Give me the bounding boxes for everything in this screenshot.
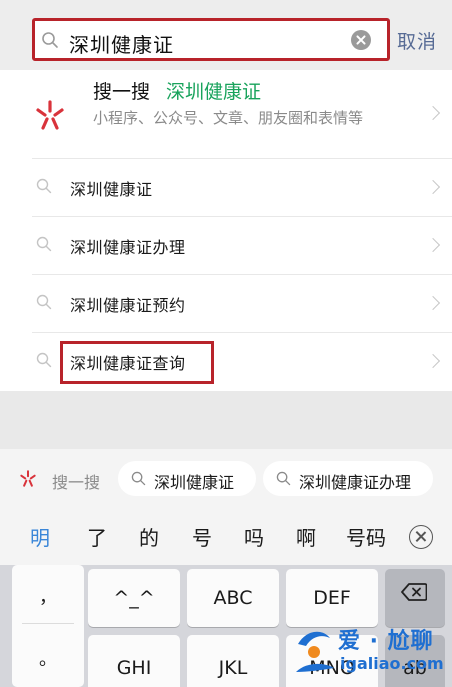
suggestion-item[interactable]: 深圳健康证: [0, 158, 452, 216]
search-results: 搜一搜 深圳健康证 小程序、公众号、文章、朋友圈和表情等 深圳健康证 深圳健康证…: [0, 70, 452, 391]
search-icon: [42, 32, 58, 48]
search-icon: [276, 471, 291, 486]
suggestion-pill[interactable]: 深圳健康证办理: [263, 461, 433, 496]
divider: [32, 274, 452, 275]
suggestion-label: 深圳健康证办理: [70, 238, 186, 257]
pill-label: 深圳健康证: [154, 473, 235, 492]
chevron-right-icon: [425, 353, 441, 369]
suggestion-item[interactable]: 深圳健康证办理: [0, 216, 452, 274]
chevron-right-icon: [425, 295, 441, 311]
watermark-url: igaliao.com: [340, 654, 444, 673]
punctuation-column[interactable]: ， 。: [12, 565, 84, 687]
search-icon: [36, 294, 52, 310]
sousou-label[interactable]: 搜一搜: [52, 469, 100, 493]
search-icon: [36, 236, 52, 252]
key-label: JKL: [218, 657, 248, 679]
sousou-subtitle: 小程序、公众号、文章、朋友圈和表情等: [93, 109, 364, 127]
search-icon: [36, 178, 52, 194]
candidate-word[interactable]: 明: [30, 522, 50, 551]
search-icon: [131, 471, 146, 486]
candidate-word[interactable]: 号: [192, 522, 212, 551]
candidate-word[interactable]: 啊: [296, 522, 316, 551]
comma-key[interactable]: ，: [12, 583, 84, 609]
period-key[interactable]: 。: [12, 645, 84, 671]
candidate-bar: 明 了 的 号 吗 啊 号码: [0, 507, 452, 565]
suggestion-label: 深圳健康证预约: [70, 296, 186, 315]
clear-icon[interactable]: [351, 30, 371, 50]
key-label: ^_^: [113, 587, 155, 609]
candidate-word[interactable]: 吗: [244, 522, 264, 551]
sousou-title: 搜一搜: [93, 81, 151, 103]
background-gap: [0, 391, 452, 449]
watermark-logo-icon: [296, 631, 334, 672]
key-abc[interactable]: ABC: [187, 569, 279, 627]
chevron-right-icon: [425, 237, 441, 253]
key-label: DEF: [313, 587, 351, 609]
key-ghi[interactable]: GHI: [88, 635, 180, 687]
suggestion-pill[interactable]: 深圳健康证: [118, 461, 256, 496]
key-label: ABC: [213, 587, 253, 609]
search-header: 深圳健康证 取消: [0, 0, 452, 70]
collapse-candidates-icon[interactable]: [409, 525, 433, 549]
search-icon: [36, 352, 52, 368]
sousou-logo-icon: [20, 470, 36, 487]
sousou-result[interactable]: 搜一搜 深圳健康证 小程序、公众号、文章、朋友圈和表情等: [0, 70, 452, 158]
divider: [22, 623, 74, 624]
pill-label: 深圳健康证办理: [299, 473, 412, 492]
divider: [32, 332, 452, 333]
suggestion-item[interactable]: 深圳健康证预约: [0, 274, 452, 332]
search-query-text: 深圳健康证: [69, 33, 174, 57]
sousou-logo-icon: [36, 100, 64, 130]
sousou-query: 深圳健康证: [166, 81, 262, 103]
candidate-word[interactable]: 号码: [346, 522, 386, 551]
search-input[interactable]: 深圳健康证: [32, 18, 390, 61]
key-label: GHI: [116, 657, 152, 679]
divider: [32, 216, 452, 217]
divider: [32, 158, 452, 159]
watermark: 爱 · 尬聊 igaliao.com: [288, 618, 452, 687]
cancel-button[interactable]: 取消: [397, 27, 437, 54]
candidate-word[interactable]: 的: [139, 522, 159, 551]
chevron-right-icon: [425, 179, 441, 195]
key-jkl[interactable]: JKL: [187, 635, 279, 687]
key-emoticon[interactable]: ^_^: [88, 569, 180, 627]
backspace-icon: [401, 583, 427, 601]
chevron-right-icon: [425, 105, 441, 121]
candidate-word[interactable]: 了: [87, 522, 107, 551]
highlight-box: [60, 341, 214, 384]
suggestion-label: 深圳健康证: [70, 180, 153, 199]
watermark-title: 爱 · 尬聊: [338, 629, 434, 654]
keyboard-suggestion-bar: 搜一搜 深圳健康证 深圳健康证办理: [0, 449, 452, 507]
